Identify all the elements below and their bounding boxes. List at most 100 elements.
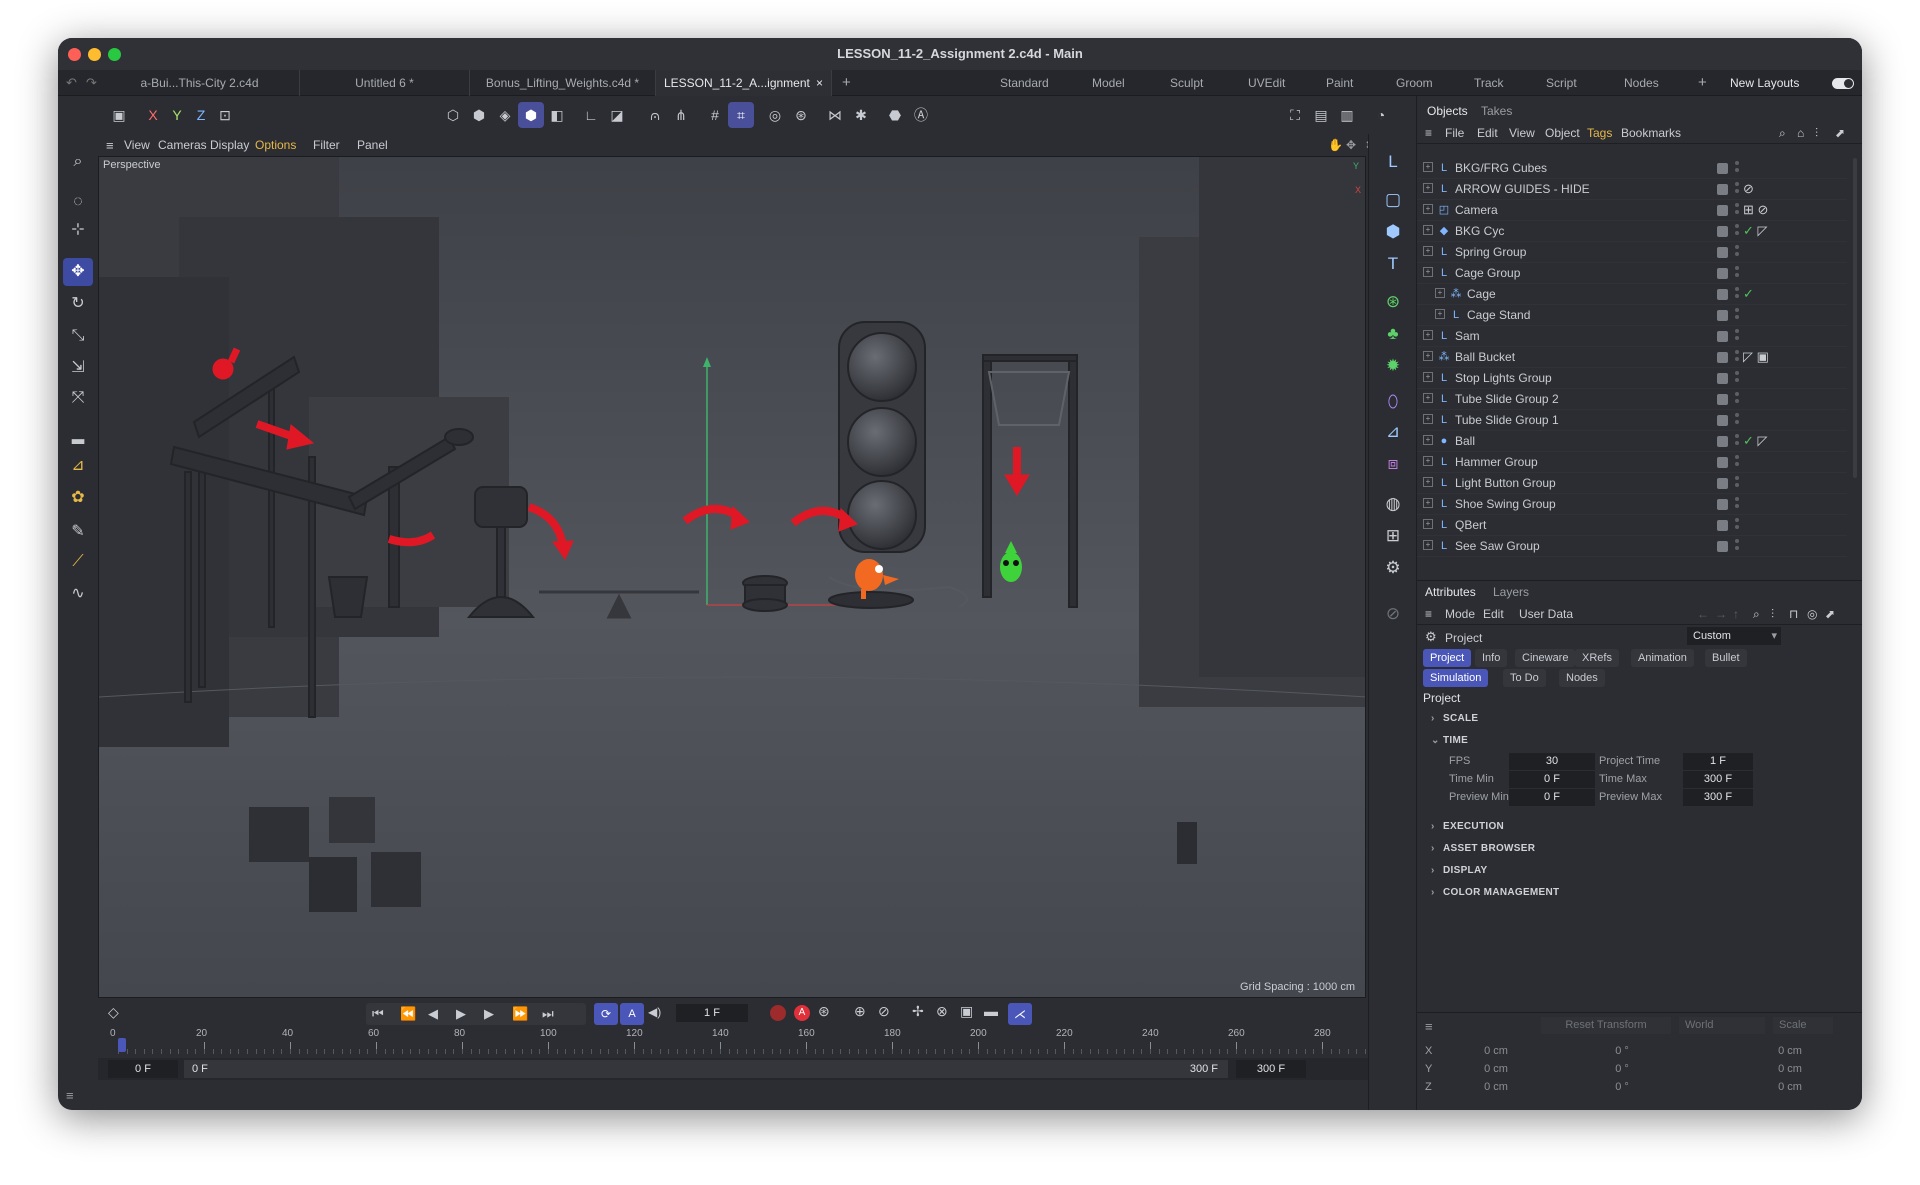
coord-position-field[interactable]: 0 cm xyxy=(1441,1061,1551,1078)
next-key-icon[interactable]: ⏩ xyxy=(512,1006,528,1022)
layer-color-swatch[interactable] xyxy=(1717,247,1728,258)
object-name[interactable]: BKG Cyc xyxy=(1455,224,1504,238)
object-name[interactable]: Cage Stand xyxy=(1467,308,1530,322)
settings-icon[interactable]: ◎ xyxy=(1807,607,1817,621)
expand-icon[interactable]: + xyxy=(1423,519,1433,529)
range-end-field[interactable]: 300 F xyxy=(1236,1060,1306,1078)
uv-mode-icon[interactable]: ◧ xyxy=(544,102,570,128)
home-icon[interactable]: ⌂ xyxy=(1797,126,1804,140)
menu-options[interactable]: Options xyxy=(255,138,296,152)
camera-object-icon[interactable]: ⊿ xyxy=(1379,418,1407,446)
object-name[interactable]: Cage xyxy=(1467,287,1496,301)
expand-icon[interactable]: + xyxy=(1423,267,1433,277)
snap-settings-icon[interactable]: ⊛ xyxy=(788,102,814,128)
object-row[interactable]: + L ARROW GUIDES - HIDE ⊘ xyxy=(1417,179,1847,200)
object-row[interactable]: + L BKG/FRG Cubes xyxy=(1417,158,1847,179)
perspective-viewport[interactable]: Perspective Y X Grid Spacing : 1000 cm xyxy=(98,156,1366,998)
new-layouts-toggle[interactable] xyxy=(1832,78,1854,89)
preview-max-field[interactable]: 300 F xyxy=(1683,789,1753,806)
grid-snap-icon[interactable]: # xyxy=(702,102,728,128)
coord-scale-field[interactable]: 0 cm xyxy=(1735,1061,1845,1078)
layout-nodes[interactable]: Nodes xyxy=(1624,70,1659,96)
expand-icon[interactable]: + xyxy=(1423,225,1433,235)
layout-model[interactable]: Model xyxy=(1092,70,1125,96)
timeline-toggle-icon[interactable]: ⋌ xyxy=(1008,1003,1032,1025)
expand-icon[interactable]: + xyxy=(1423,414,1433,424)
section-color-management[interactable]: › COLOR MANAGEMENT xyxy=(1431,887,1559,898)
hamburger-menu-icon[interactable]: ≡ xyxy=(1425,1019,1433,1034)
menu-edit[interactable]: Edit xyxy=(1483,607,1504,621)
move-tool-icon[interactable]: ✥ xyxy=(63,258,93,286)
axis-mode-icon[interactable]: ∟ xyxy=(578,102,604,128)
cube-primitive-icon[interactable]: ⬢ xyxy=(1379,218,1407,246)
object-tags[interactable]: ✓ ◸ xyxy=(1743,223,1768,239)
subtab-cineware[interactable]: Cineware xyxy=(1515,649,1576,667)
rotate-tool-icon[interactable]: ↻ xyxy=(63,290,93,318)
layer-color-swatch[interactable] xyxy=(1717,415,1728,426)
doc-tab[interactable]: Bonus_Lifting_Weights.c4d * xyxy=(470,70,656,96)
up-arrow-icon[interactable]: ↑ xyxy=(1733,607,1739,621)
expand-icon[interactable]: + xyxy=(1423,372,1433,382)
paint-selection-icon[interactable]: ✿ xyxy=(63,484,93,512)
hamburger-menu-icon[interactable]: ≡ xyxy=(106,138,114,153)
gear-icon[interactable]: ⚙ xyxy=(1379,554,1407,582)
coordinate-space-dropdown[interactable]: World xyxy=(1679,1017,1765,1034)
live-selection-icon[interactable]: ⊿ xyxy=(63,452,93,480)
object-name[interactable]: QBert xyxy=(1455,518,1486,532)
section-scale[interactable]: › SCALE xyxy=(1431,713,1478,724)
visibility-dots[interactable] xyxy=(1735,476,1740,491)
light-object-icon[interactable]: ⧈ xyxy=(1379,450,1407,478)
key-scale-icon[interactable]: ✢ xyxy=(912,1003,924,1020)
key-position-icon[interactable]: ⊕ xyxy=(854,1003,866,1020)
back-arrow-icon[interactable]: ← xyxy=(1697,607,1709,621)
axis-y-lock[interactable]: Y xyxy=(164,102,190,128)
menu-view[interactable]: View xyxy=(124,138,150,152)
layer-color-swatch[interactable] xyxy=(1717,289,1728,300)
layer-color-swatch[interactable] xyxy=(1717,373,1728,384)
record-icon[interactable] xyxy=(770,1005,786,1021)
layer-color-swatch[interactable] xyxy=(1717,457,1728,468)
prev-key-icon[interactable]: ⏪ xyxy=(400,1006,416,1022)
visibility-dots[interactable] xyxy=(1735,371,1740,386)
prev-frame-icon[interactable]: ◀ xyxy=(428,1006,438,1022)
lock-workplane-icon[interactable]: ⬣ xyxy=(882,102,908,128)
polygons-mode-icon[interactable]: ⬢ xyxy=(518,102,544,128)
generator-icon[interactable]: ⊛ xyxy=(1379,288,1407,316)
subtab-simulation[interactable]: Simulation xyxy=(1423,669,1489,687)
object-row[interactable]: + L See Saw Group xyxy=(1417,536,1847,557)
cloner-icon[interactable]: ♣ xyxy=(1379,320,1407,348)
symmetry-icon[interactable]: ⋈ xyxy=(822,102,848,128)
expand-icon[interactable]: + xyxy=(1423,435,1433,445)
filter-icon[interactable]: ⫶ xyxy=(1815,126,1818,141)
soft-selection-icon[interactable]: ⩀ xyxy=(642,102,668,128)
expand-icon[interactable]: + xyxy=(1423,351,1433,361)
menu-file[interactable]: File xyxy=(1445,126,1464,140)
brush-tool-icon[interactable]: ✎ xyxy=(63,518,93,546)
expand-icon[interactable]: + xyxy=(1423,456,1433,466)
object-row[interactable]: + L Spring Group xyxy=(1417,242,1847,263)
layer-color-swatch[interactable] xyxy=(1717,499,1728,510)
add-layout-button[interactable]: + xyxy=(1698,70,1707,96)
object-name[interactable]: Ball Bucket xyxy=(1455,350,1515,364)
coordinate-system-icon[interactable]: ⊡ xyxy=(212,102,238,128)
expand-icon[interactable]: + xyxy=(1423,204,1433,214)
preview-min-field[interactable]: 0 F xyxy=(1509,789,1595,806)
floor-tool-icon[interactable]: ▂ xyxy=(63,422,93,450)
object-name[interactable]: Shoe Swing Group xyxy=(1455,497,1556,511)
project-time-field[interactable]: 1 F xyxy=(1683,753,1753,770)
points-mode-icon[interactable]: ⬢ xyxy=(466,102,492,128)
layout-uvedit[interactable]: UVEdit xyxy=(1248,70,1285,96)
layer-color-swatch[interactable] xyxy=(1717,352,1728,363)
environment-icon[interactable]: ◍ xyxy=(1379,490,1407,518)
range-start-field[interactable]: 0 F xyxy=(108,1060,178,1078)
texture-mode-icon[interactable]: ◪ xyxy=(604,102,630,128)
move-children-icon[interactable]: ⇲ xyxy=(63,354,93,382)
section-time[interactable]: ⌄ TIME xyxy=(1431,735,1468,746)
layout-standard[interactable]: Standard xyxy=(1000,70,1049,96)
object-tags[interactable]: ✓ xyxy=(1743,286,1754,302)
object-row[interactable]: + ⁂ Cage ✓ xyxy=(1417,284,1847,305)
object-row[interactable]: + L Stop Lights Group xyxy=(1417,368,1847,389)
menu-tags[interactable]: Tags xyxy=(1587,126,1612,140)
expand-icon[interactable]: + xyxy=(1423,330,1433,340)
object-row[interactable]: + L Sam xyxy=(1417,326,1847,347)
